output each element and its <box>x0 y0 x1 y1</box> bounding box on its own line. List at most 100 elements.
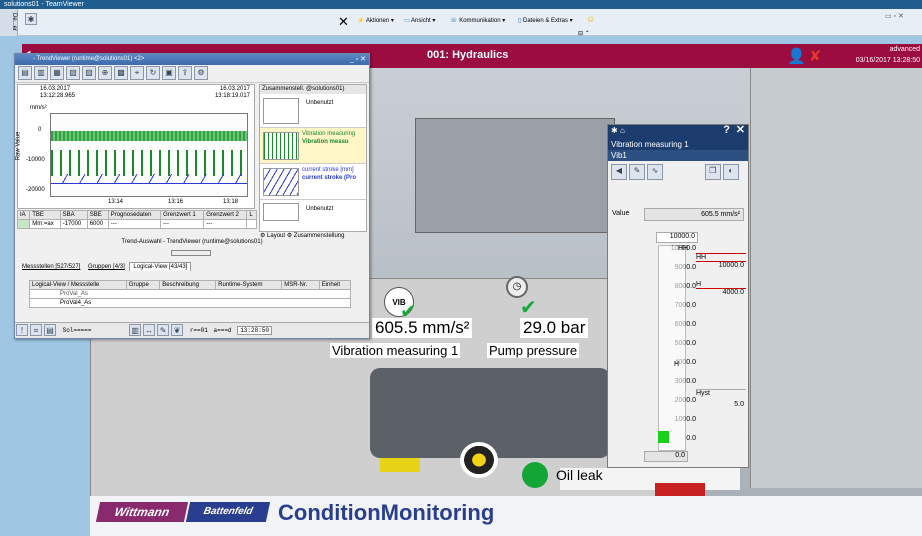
summary-item[interactable]: Vibration measuring Vibration measu <box>260 128 366 164</box>
table-header: SBA <box>59 210 88 220</box>
vibration-panel: ✱ ⌂ ? ✕ Vibration measuring 1 Vib1 ◀ ✎ ∿ ❐… <box>607 124 749 468</box>
copy-icon[interactable]: ❐ <box>704 164 721 180</box>
stroke-series-line <box>51 174 247 184</box>
summary-item[interactable]: Unbenutzt <box>260 200 366 222</box>
help-icon[interactable]: ? <box>723 125 730 136</box>
table-row[interactable]: ProVal4_As <box>29 298 351 308</box>
tab-messstellen[interactable]: Messstellen [527/527] <box>19 263 83 271</box>
speaker-icon[interactable]: ◀ <box>611 164 627 180</box>
oil-leak-icon[interactable] <box>460 442 498 478</box>
y-tick: 0 <box>38 127 42 133</box>
vibration-series-spikes <box>51 150 247 176</box>
table-row[interactable]: Mm:=ax -17000 6000 --- --- --- <box>16 219 257 229</box>
collapse-icon[interactable]: ⊟ ⌃ <box>578 28 590 40</box>
table-header: Gruppe <box>125 280 161 290</box>
y-tick: -10000 <box>26 157 45 163</box>
chart-icon[interactable]: ⌗ <box>30 324 42 337</box>
export-icon[interactable]: ⇪ <box>178 66 192 80</box>
actions-menu[interactable]: ⚡ Aktionen ▾ <box>357 15 394 27</box>
layout-icon[interactable]: ▣ <box>162 66 176 80</box>
window-title: solutions01 - TeamViewer <box>4 1 84 8</box>
h-label: H <box>696 281 702 288</box>
status-user: a===d <box>213 327 232 334</box>
chart-icon[interactable]: ▨ <box>82 66 96 80</box>
user-level: advanced <box>889 46 920 53</box>
communication-menu[interactable]: ☏ Kommunikation ▾ <box>450 15 505 27</box>
save-icon[interactable]: ▥ <box>129 324 142 337</box>
hh-label: HH <box>696 254 707 261</box>
trend-titlebar: - TrendViewer (runtime@solutions01) <2> … <box>15 54 369 65</box>
hh-value: 10000.0 <box>696 261 746 269</box>
cursor-icon[interactable]: ⌖ <box>130 66 144 80</box>
user-icon[interactable]: 👤 <box>787 47 806 65</box>
trend-title: - TrendViewer (runtime@solutions01) <2> <box>33 56 145 62</box>
series-table: IA TBE SBA SBE Prognosedaten Grenzwert 1 Grenz… <box>16 210 257 229</box>
trend-chart[interactable]: 16.03.2017 13:12:28.965 16.03.2017 13:18… <box>15 84 255 209</box>
table-header: Grenzwert 1 <box>160 210 205 220</box>
summary-item-sub: current stroke (Pro <box>302 175 357 181</box>
tools-icon[interactable]: ✎ <box>157 324 170 337</box>
status-time: 13:28:50 <box>237 326 273 335</box>
vibration-label: Vibration measuring 1 <box>330 343 461 358</box>
print-icon[interactable]: ▦ <box>50 66 64 80</box>
save-icon[interactable]: ▥ <box>34 66 48 80</box>
summary-item[interactable]: Unbenutzt <box>260 94 366 128</box>
wrench-icon[interactable]: ✎ <box>629 164 645 180</box>
view-menu[interactable]: ▭ Ansicht ▾ <box>404 15 435 27</box>
lightning-icon: ⚡ <box>357 18 365 24</box>
layout-tab[interactable]: ⚙ Layout ⚙ Zusammenstellung <box>260 232 344 239</box>
summary-title: Zusammenstell. @solutions01) <box>260 85 366 94</box>
window-controls-icon[interactable]: _ ▫ ✕ <box>350 54 366 65</box>
splitter-handle[interactable] <box>171 250 211 256</box>
panel-toolbar: ◀ ✎ ∿ ❐ ◐ <box>608 161 748 183</box>
side-label: De...er <box>0 9 18 36</box>
pin-icon[interactable]: ✱ <box>25 13 37 25</box>
vibration-series-line <box>51 131 247 141</box>
oil-leak-status-led <box>522 462 548 488</box>
x-tick: 13:16 <box>168 199 184 205</box>
close-session-icon[interactable]: ✕ <box>338 14 349 30</box>
tab-gruppen[interactable]: Gruppen [4/3] <box>85 263 128 271</box>
files-label: Dateien & Extras <box>522 18 569 24</box>
summary-thumb <box>263 98 299 124</box>
scale-max-field: 10000.0 <box>656 232 698 243</box>
start-time: 13:12:28.965 <box>40 93 76 99</box>
summary-item[interactable]: current stroke [mm] current stroke (Pro <box>260 164 366 200</box>
grid-icon[interactable]: ▩ <box>114 66 128 80</box>
zoom-icon[interactable]: ⊕ <box>98 66 112 80</box>
communication-label: Kommunikation <box>459 18 501 24</box>
table-cell: --- <box>107 219 162 229</box>
table-row[interactable]: ProVal_As <box>29 289 351 299</box>
pin-icon[interactable]: ✱ <box>611 126 618 135</box>
table-header: Logical-View / Messstelle <box>29 280 127 290</box>
end-date: 16.03.2017 <box>219 86 250 92</box>
close-icon[interactable]: ✕ <box>736 125 745 136</box>
leaf-icon[interactable]: ❦ <box>171 324 184 337</box>
actions-label: Aktionen <box>365 18 390 24</box>
open-icon[interactable]: ▤ <box>18 66 32 80</box>
condition-monitoring-title: ConditionMonitoring <box>278 500 495 525</box>
tab-logical-view[interactable]: Logical-View [43/43] <box>129 262 192 271</box>
alarm-icon[interactable]: ! <box>16 324 28 337</box>
filter-icon[interactable]: ⚙ <box>194 66 208 80</box>
table-header: TBE <box>29 210 61 220</box>
hh-marker: HH <box>678 245 689 252</box>
table-header-row: IA TBE SBA SBE Prognosedaten Grenzwert 1 Grenz… <box>16 210 257 220</box>
table-header: Einheit <box>318 280 352 290</box>
home-icon[interactable]: ⌂ <box>620 126 625 135</box>
table-icon[interactable]: ▤ <box>44 324 56 337</box>
files-menu[interactable]: ▯ Dateien & Extras ▾ <box>518 15 573 27</box>
battenfeld-logo: Battenfeld <box>185 502 271 522</box>
wave-icon[interactable]: ∿ <box>647 164 663 180</box>
window-controls-icon[interactable]: ▭ ▫ ✕ <box>885 11 904 23</box>
table-icon[interactable]: ▧ <box>66 66 80 80</box>
nav-icon[interactable]: ↔ <box>143 324 156 337</box>
table-header: Grenzwert 2 <box>203 210 248 220</box>
panel-tag: Vib1 <box>608 150 748 161</box>
refresh-icon[interactable]: ↻ <box>146 66 160 80</box>
logical-view-table: Logical-View / Messstelle Gruppe Beschreib… <box>29 280 352 308</box>
scale-tick: 0.0 <box>686 435 696 442</box>
smiley-icon[interactable]: ☺ <box>586 13 595 25</box>
settings-icon[interactable]: ◐ <box>722 164 739 180</box>
pressure-value: 29.0 bar <box>520 318 589 338</box>
